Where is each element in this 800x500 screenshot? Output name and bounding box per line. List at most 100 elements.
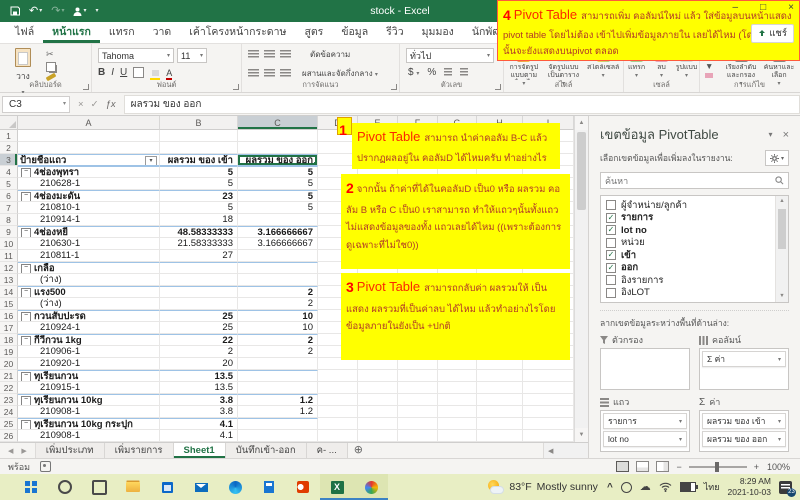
cell-B3[interactable]: ผลรวม ของ เข้า xyxy=(160,154,238,166)
cell-B6[interactable]: 23 xyxy=(160,190,238,202)
field-search-box[interactable] xyxy=(600,172,789,189)
ribbon-tab-เค้าโครงหน้ากระดาษ[interactable]: เค้าโครงหน้ากระดาษ xyxy=(180,22,295,43)
new-sheet-icon[interactable]: ⊕ xyxy=(348,443,369,458)
cell-A19[interactable]: 210906-1 xyxy=(18,346,160,358)
bold-button[interactable]: B xyxy=(98,67,105,78)
tray-ring-icon[interactable] xyxy=(621,482,632,493)
search-input[interactable] xyxy=(601,176,775,186)
row-header-3[interactable]: 3 xyxy=(0,154,18,166)
row-header-23[interactable]: 23 xyxy=(0,394,18,406)
cell-H23[interactable] xyxy=(477,394,523,406)
taskbar-weather[interactable]: 83°F Mostly sunny xyxy=(488,480,598,494)
area-item-รายการ[interactable]: รายการ▾ xyxy=(603,413,687,429)
cell-A9[interactable]: −4ช่องหยี xyxy=(18,226,160,238)
cell-E21[interactable] xyxy=(358,370,398,382)
cell-H21[interactable] xyxy=(477,370,523,382)
cell-A12[interactable]: −เกลือ xyxy=(18,262,160,274)
cell-B14[interactable] xyxy=(160,286,238,298)
font-size-select[interactable]: 11▾ xyxy=(177,48,207,63)
cell-D24[interactable] xyxy=(318,406,358,418)
font-color-icon[interactable]: A xyxy=(166,68,172,78)
cell-A11[interactable]: 210811-1 xyxy=(18,250,160,262)
cut-icon[interactable]: ✂ xyxy=(46,49,58,59)
battery-icon[interactable] xyxy=(680,482,696,492)
align-left-icon[interactable] xyxy=(248,69,259,78)
cell-H25[interactable] xyxy=(477,418,523,430)
cell-E26[interactable] xyxy=(358,430,398,442)
cell-I24[interactable] xyxy=(523,406,574,418)
cell-E23[interactable] xyxy=(358,394,398,406)
cell-C11[interactable] xyxy=(238,250,318,262)
field-checkbox-อิงLOT[interactable] xyxy=(606,288,616,298)
field-item-อิงLOT[interactable]: อิงLOT xyxy=(606,287,774,300)
cell-A7[interactable]: 210810-1 xyxy=(18,202,160,214)
row-header-9[interactable]: 9 xyxy=(0,226,18,238)
row-header-2[interactable]: 2 xyxy=(0,142,18,154)
row-header-19[interactable]: 19 xyxy=(0,346,18,358)
collapse-icon[interactable]: − xyxy=(21,288,31,298)
row-header-21[interactable]: 21 xyxy=(0,370,18,382)
column-header-C[interactable]: C xyxy=(238,116,318,130)
column-header-B[interactable]: B xyxy=(160,116,238,130)
sheet-tab-ค- ...[interactable]: ค- ... xyxy=(307,443,348,458)
redo-button[interactable]: ↷▾ xyxy=(51,0,64,22)
close-icon[interactable]: × xyxy=(788,2,794,14)
row-header-10[interactable]: 10 xyxy=(0,238,18,250)
sheet-tab-เพิ่มประเภท[interactable]: เพิ่มประเภท xyxy=(36,443,105,458)
collapse-icon[interactable]: − xyxy=(21,228,31,238)
cell-E24[interactable] xyxy=(358,406,398,418)
zoom-out-icon[interactable]: − xyxy=(676,462,681,472)
name-box-chevron-icon[interactable]: ▾ xyxy=(63,96,69,113)
cell-C19[interactable]: 2 xyxy=(238,346,318,358)
row-header-5[interactable]: 5 xyxy=(0,178,18,190)
cell-C3[interactable]: ผลรวม ของ ออก xyxy=(238,154,318,166)
number-dialog-launcher[interactable] xyxy=(495,84,501,90)
ribbon-tab-แทรก[interactable]: แทรก xyxy=(100,22,144,43)
cell-I22[interactable] xyxy=(523,382,574,394)
cell-A22[interactable]: 210915-1 xyxy=(18,382,160,394)
cell-C20[interactable] xyxy=(238,358,318,370)
cell-A6[interactable]: −4ช่องมะดัน xyxy=(18,190,160,202)
cell-C2[interactable] xyxy=(238,142,318,154)
cell-F25[interactable] xyxy=(398,418,438,430)
row-header-15[interactable]: 15 xyxy=(0,298,18,310)
cell-C1[interactable] xyxy=(238,130,318,142)
cell-C22[interactable] xyxy=(238,382,318,394)
cell-F21[interactable] xyxy=(398,370,438,382)
row-header-16[interactable]: 16 xyxy=(0,310,18,322)
field-item-รายการ[interactable]: ✓รายการ xyxy=(606,212,774,225)
cell-F23[interactable] xyxy=(398,394,438,406)
row-header-6[interactable]: 6 xyxy=(0,190,18,202)
row-header-26[interactable]: 26 xyxy=(0,430,18,442)
cell-C21[interactable] xyxy=(238,370,318,382)
rows-drop-box[interactable]: รายการ▾ lot no▾ xyxy=(600,410,690,452)
cell-G25[interactable] xyxy=(438,418,477,430)
onedrive-cloud-icon[interactable]: ☁ xyxy=(640,482,651,493)
touch-mode-icon[interactable]: ▾ xyxy=(73,0,86,22)
clipboard-dialog-launcher[interactable] xyxy=(83,84,89,90)
field-checkbox-เข้า[interactable]: ✓ xyxy=(606,250,616,260)
field-checkbox-ผู้จำหน่าย/ลูกค้า[interactable] xyxy=(606,200,616,210)
normal-view-icon[interactable] xyxy=(616,461,629,472)
cell-B21[interactable]: 13.5 xyxy=(160,370,238,382)
cell-G24[interactable] xyxy=(438,406,477,418)
cell-C4[interactable]: 5 xyxy=(238,166,318,178)
area-item-lot no[interactable]: lot no▾ xyxy=(603,431,687,447)
field-checkbox-อิงรายการ[interactable] xyxy=(606,275,616,285)
taskbar-calculator-button[interactable] xyxy=(252,474,286,500)
taskbar-file-explorer-button[interactable] xyxy=(116,474,150,500)
align-middle-icon[interactable] xyxy=(264,50,275,59)
cell-B10[interactable]: 21.58333333 xyxy=(160,238,238,250)
row-header-24[interactable]: 24 xyxy=(0,406,18,418)
confirm-entry-icon[interactable]: ✓ xyxy=(91,99,99,110)
share-button[interactable]: แชร์ xyxy=(751,24,794,43)
cell-C15[interactable]: 2 xyxy=(238,298,318,310)
page-break-view-icon[interactable] xyxy=(656,461,669,472)
cell-A10[interactable]: 210630-1 xyxy=(18,238,160,250)
cell-A20[interactable]: 210920-1 xyxy=(18,358,160,370)
cell-A24[interactable]: 210908-1 xyxy=(18,406,160,418)
cell-B20[interactable]: 20 xyxy=(160,358,238,370)
values-drop-box[interactable]: ผลรวม ของ เข้า▾ผลรวม ของ ออก▾ xyxy=(699,410,789,452)
taskbar-search-button[interactable] xyxy=(48,474,82,500)
cell-F26[interactable] xyxy=(398,430,438,442)
